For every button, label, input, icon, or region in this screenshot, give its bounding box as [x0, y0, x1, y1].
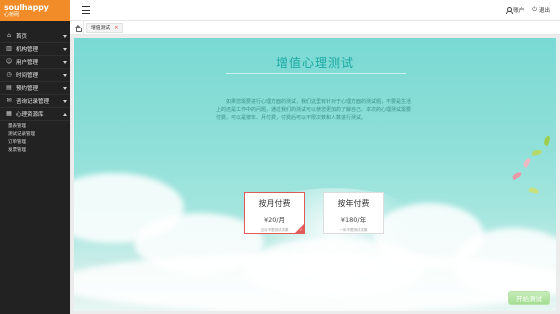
grid-icon: ▦ [6, 110, 12, 117]
title-divider [226, 73, 406, 74]
sidebar-item-label: 咨询记录管理 [16, 99, 50, 105]
sidebar-item-users[interactable]: ☺ 用户管理 [0, 56, 70, 69]
cloud [74, 253, 556, 311]
plan-price: ¥180/年 [340, 216, 367, 224]
leaf-icon [542, 134, 552, 147]
close-icon[interactable]: × [114, 25, 118, 31]
account-button[interactable]: 账户 [506, 6, 524, 14]
plan-title: 按年付费 [337, 199, 370, 208]
submenu-item-scales[interactable]: 量表管理 [8, 123, 70, 131]
tab-label: 增值测试 [91, 26, 111, 31]
user-icon [506, 7, 514, 14]
submenu-item-orders[interactable]: 订单管理 [8, 139, 70, 147]
clock-icon: ◷ [6, 71, 12, 78]
leaf-icon [528, 186, 540, 195]
building-icon: ▥ [6, 45, 12, 52]
top-right-actions: 账户 ⏻ 退出 [506, 6, 550, 14]
account-label: 账户 [513, 8, 525, 14]
monthly-plan-card[interactable]: 按月付费 ¥20/月 当月不限测试次数 ✓ [244, 192, 305, 234]
leaf-icon [531, 149, 543, 156]
sidebar-item-label: 机构管理 [16, 47, 39, 53]
main-content: 增值心理测试 如果您需要进行心理方面的测试，我们这里有针对于心理方面的测试题，不… [70, 35, 560, 314]
chevron-down-icon [63, 87, 67, 90]
description-text: 如果您需要进行心理方面的测试，我们这里有针对于心理方面的测试题，不要是生活上的还… [216, 99, 412, 121]
sidebar-item-consultation-records[interactable]: ✉ 咨询记录管理 [0, 95, 70, 108]
chevron-up-icon [63, 113, 67, 116]
tab-home[interactable] [72, 20, 84, 35]
start-test-button[interactable]: 开始测试 [508, 291, 550, 305]
chat-icon: ✉ [6, 97, 12, 104]
chevron-down-icon [63, 48, 67, 51]
sidebar-item-home[interactable]: ⌂ 首页 [0, 30, 70, 43]
menu-toggle-icon[interactable] [82, 6, 90, 14]
chevron-down-icon [63, 74, 67, 77]
sidebar-item-organization[interactable]: ▥ 机构管理 [0, 43, 70, 56]
sidebar-item-time[interactable]: ◷ 时间管理 [0, 69, 70, 82]
chevron-down-icon [63, 61, 67, 64]
logo-subtitle: 心桥网 [4, 11, 20, 18]
sidebar-item-label: 时间管理 [16, 73, 39, 79]
home-icon [74, 24, 82, 32]
user-icon: ☺ [5, 58, 13, 65]
check-icon: ✓ [299, 227, 303, 232]
submenu-item-invoices[interactable]: 发票管理 [8, 147, 70, 155]
submenu-item-test-records[interactable]: 测试记录管理 [8, 131, 70, 139]
sidebar-item-resources[interactable]: ▦ 心理资源库 [0, 108, 70, 121]
logout-label: 退出 [538, 8, 550, 14]
tab-value-added-test[interactable]: 增值测试 × [86, 22, 124, 33]
chevron-down-icon [63, 35, 67, 38]
logo[interactable]: soulhappy 心桥网 [0, 0, 70, 21]
power-icon: ⏻ [532, 6, 537, 13]
page-title: 增值心理测试 [275, 56, 354, 70]
yearly-plan-card[interactable]: 按年付费 ¥180/年 一年不限测试次数 [323, 192, 384, 234]
sidebar-item-label: 心理资源库 [16, 112, 44, 118]
logo-text: soulhappy [4, 2, 49, 12]
sidebar-item-label: 首页 [16, 34, 28, 40]
calendar-icon: ▤ [6, 84, 12, 91]
sidebar-item-appointments[interactable]: ▤ 预约管理 [0, 82, 70, 95]
top-bar: 账户 ⏻ 退出 [70, 0, 560, 21]
plan-price: ¥20/月 [263, 216, 286, 224]
chevron-down-icon [63, 100, 67, 103]
leaf-icon [522, 156, 532, 169]
sidebar-item-label: 预约管理 [16, 86, 39, 92]
plan-title: 按月付费 [258, 199, 291, 208]
logout-button[interactable]: ⏻ 退出 [532, 6, 550, 15]
tabs-bar: 增值测试 × [70, 20, 560, 35]
sidebar-nav: ⌂ 首页 ▥ 机构管理 ☺ 用户管理 ◷ 时间管理 ▤ 预约管理 ✉ 咨询记录管… [0, 21, 70, 121]
sidebar: soulhappy 心桥网 ⌂ 首页 ▥ 机构管理 ☺ 用户管理 ◷ 时间管理 … [0, 0, 70, 314]
home-icon: ⌂ [7, 32, 11, 39]
plan-note: 一年不限测试次数 [339, 228, 368, 232]
sidebar-submenu: 量表管理 测试记录管理 订单管理 发票管理 [0, 121, 70, 157]
leaf-icon [511, 170, 523, 181]
test-panel: 增值心理测试 如果您需要进行心理方面的测试，我们这里有针对于心理方面的测试题，不… [74, 38, 556, 311]
sidebar-item-label: 用户管理 [16, 60, 39, 66]
